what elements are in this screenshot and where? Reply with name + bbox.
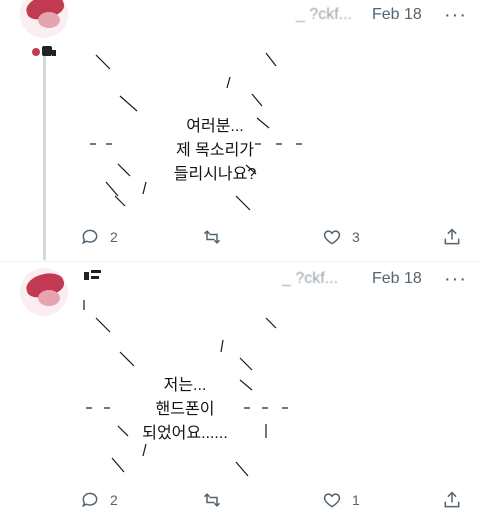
reply-button[interactable]: 2 (80, 490, 118, 510)
heart-icon (323, 230, 341, 245)
share-icon (444, 228, 460, 245)
share-button[interactable] (442, 490, 462, 510)
reply-icon (82, 229, 98, 245)
heart-icon (323, 493, 341, 508)
tweet-text: 저는... 핸드폰이 되었어요...... (120, 374, 250, 446)
action-bar: 2 3 (80, 227, 470, 249)
reply-count: 2 (110, 492, 118, 508)
like-button[interactable]: 1 (322, 490, 360, 510)
tweet-text-line: 들리시나요? (173, 166, 257, 183)
tweet[interactable]: _ ?ckf... Feb 18 ··· 저는... 핸드폰이 되었어요....… (0, 262, 480, 526)
tweet-text: 여러분... 제 목소리가 들리시나요? (150, 115, 280, 187)
like-button[interactable]: 3 (322, 227, 360, 247)
retweet-button[interactable] (202, 227, 222, 247)
tweet-text-line: 여러분... (186, 118, 244, 135)
tweet-text-line: 되었어요...... (142, 425, 228, 442)
like-count: 3 (352, 229, 360, 245)
share-icon (444, 491, 460, 508)
tweet-text-line: 저는... (163, 377, 207, 394)
action-bar: 2 1 (80, 490, 470, 512)
like-count: 1 (352, 492, 360, 508)
reply-icon (82, 492, 98, 508)
retweet-icon (203, 230, 221, 244)
reply-count: 2 (110, 229, 118, 245)
share-button[interactable] (442, 227, 462, 247)
tweet[interactable]: _ ?ckf... Feb 18 ··· 여러분... 제 목소리가 들리시나요… (0, 0, 480, 262)
retweet-icon (203, 493, 221, 507)
reply-button[interactable]: 2 (80, 227, 118, 247)
tweet-text-line: 제 목소리가 (175, 142, 255, 159)
retweet-button[interactable] (202, 490, 222, 510)
tweet-text-line: 핸드폰이 (155, 401, 215, 418)
